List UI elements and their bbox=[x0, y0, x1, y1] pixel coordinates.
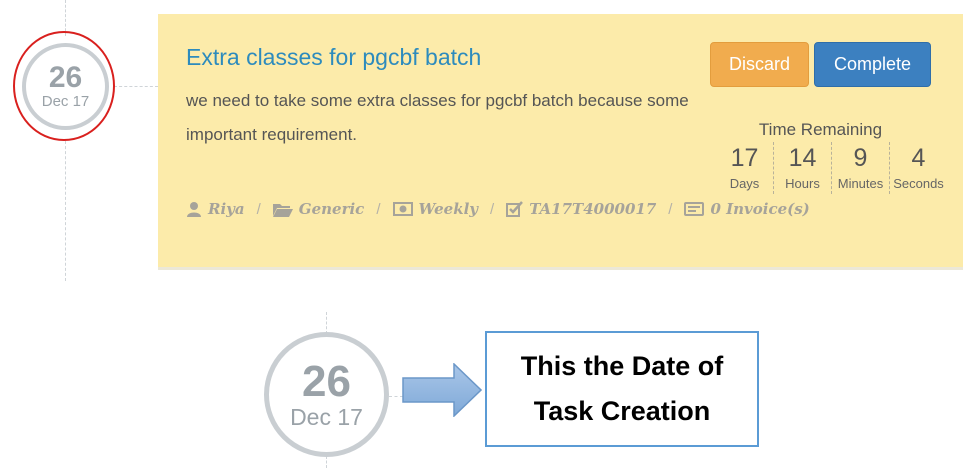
task-meta: Riya / Generic / Weekly / TA17T4000017 / bbox=[186, 200, 810, 218]
timeline-line bbox=[326, 312, 327, 334]
discard-button[interactable]: Discard bbox=[710, 42, 809, 87]
annotation-date-day: 26 bbox=[302, 356, 351, 406]
meta-user-label: Riya bbox=[208, 200, 245, 218]
countdown-unit: Seconds bbox=[893, 176, 944, 191]
meta-separator: / bbox=[256, 200, 261, 218]
checkbox-icon bbox=[506, 201, 524, 217]
countdown-value: 17 bbox=[730, 144, 759, 172]
task-card: Extra classes for pgcbf batch we need to… bbox=[158, 14, 963, 270]
meta-frequency-label: Weekly bbox=[418, 200, 479, 218]
timeline-line bbox=[65, 141, 66, 281]
meta-task-id: TA17T4000017 bbox=[506, 200, 656, 218]
countdown: 17 Days 14 Hours 9 Minutes 4 Seconds bbox=[716, 142, 947, 194]
meta-separator: / bbox=[668, 200, 673, 218]
callout-text: This the Date of Task Creation bbox=[520, 351, 724, 426]
countdown-value: 14 bbox=[788, 144, 817, 172]
task-description: we need to take some extra classes for p… bbox=[186, 91, 689, 144]
annotation-date-month: Dec 17 bbox=[290, 403, 363, 430]
meta-category: Generic bbox=[272, 200, 365, 218]
meta-separator: / bbox=[490, 200, 495, 218]
user-icon bbox=[186, 201, 202, 217]
countdown-hours: 14 Hours bbox=[774, 142, 832, 194]
task-date-month: Dec 17 bbox=[41, 92, 90, 110]
countdown-days: 17 Days bbox=[716, 142, 774, 194]
meta-separator: / bbox=[376, 200, 381, 218]
timeline-connector bbox=[389, 396, 403, 397]
time-remaining-label: Time Remaining bbox=[758, 120, 883, 139]
task-date-badge: 26 Dec 17 bbox=[22, 43, 109, 130]
task-title[interactable]: Extra classes for pgcbf batch bbox=[186, 44, 481, 71]
countdown-minutes: 9 Minutes bbox=[832, 142, 890, 194]
task-date-day: 26 bbox=[48, 60, 83, 94]
annotation-callout: This the Date of Task Creation bbox=[485, 331, 759, 447]
meta-category-label: Generic bbox=[298, 200, 365, 218]
meta-task-id-label: TA17T4000017 bbox=[529, 200, 657, 218]
complete-button[interactable]: Complete bbox=[814, 42, 931, 87]
meta-invoices: 0 Invoice(s) bbox=[684, 200, 810, 218]
annotation-date-badge: 26 Dec 17 bbox=[264, 332, 389, 457]
money-icon bbox=[392, 202, 413, 216]
meta-user: Riya bbox=[186, 200, 245, 218]
countdown-seconds: 4 Seconds bbox=[890, 142, 947, 194]
countdown-value: 9 bbox=[853, 144, 868, 172]
countdown-unit: Minutes bbox=[837, 176, 884, 191]
countdown-unit: Hours bbox=[785, 176, 820, 191]
meta-invoices-label: 0 Invoice(s) bbox=[710, 200, 810, 218]
countdown-unit: Days bbox=[729, 176, 760, 191]
invoice-icon bbox=[684, 202, 705, 216]
timeline-line bbox=[326, 456, 327, 468]
timeline-connector bbox=[114, 86, 158, 87]
folder-icon bbox=[272, 202, 293, 217]
meta-frequency: Weekly bbox=[392, 200, 479, 218]
arrow-right-icon bbox=[402, 363, 482, 417]
countdown-value: 4 bbox=[911, 144, 926, 172]
